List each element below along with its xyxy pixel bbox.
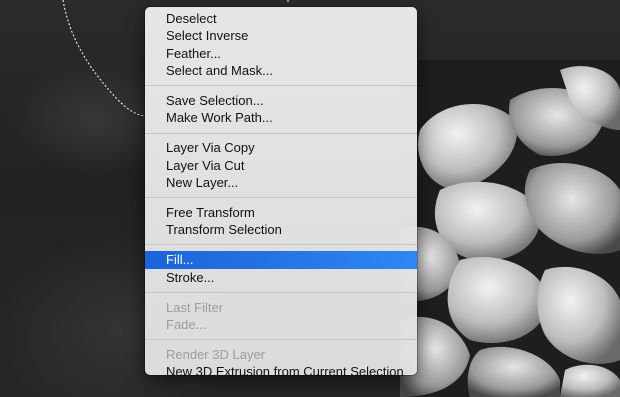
menu-separator	[145, 338, 417, 340]
menu-item-layer-via-cut[interactable]: Layer Via Cut	[145, 157, 417, 174]
menu-item-deselect[interactable]: Deselect	[145, 10, 417, 27]
context-menu: Deselect Select Inverse Feather... Select a…	[145, 7, 417, 379]
menu-item-new-layer[interactable]: New Layer...	[145, 174, 417, 191]
menu-item-fade: Fade...	[166, 316, 207, 332]
menu-item-free-transform[interactable]: Free Transform	[145, 204, 417, 221]
menu-separator	[145, 85, 417, 87]
menu-item-select-and-mask[interactable]: Select and Mask...	[145, 62, 417, 79]
menu-item-make-work-path[interactable]: Make Work Path...	[145, 109, 417, 126]
menu-item-stroke[interactable]: Stroke...	[145, 269, 417, 286]
menu-item-save-selection[interactable]: Save Selection...	[145, 92, 417, 109]
menu-item-feather[interactable]: Feather...	[145, 45, 417, 62]
menu-item-last-filter: Last Filter	[166, 299, 224, 315]
menu-separator	[145, 197, 417, 199]
menu-item-select-inverse[interactable]: Select Inverse	[145, 27, 417, 44]
menu-separator	[145, 244, 417, 246]
flower-photo	[400, 60, 620, 397]
menu-item-new-3d-extrusion-from-current-selection[interactable]: New 3D Extrusion from Current Selection	[145, 363, 417, 380]
menu-item-layer-via-copy[interactable]: Layer Via Copy	[145, 139, 417, 156]
menu-separator	[145, 291, 417, 293]
menu-item-render-3d-layer: Render 3D Layer	[166, 346, 265, 362]
menu-item-transform-selection[interactable]: Transform Selection	[145, 221, 417, 238]
menu-item-fill[interactable]: Fill...	[145, 251, 417, 269]
menu-separator	[145, 132, 417, 134]
